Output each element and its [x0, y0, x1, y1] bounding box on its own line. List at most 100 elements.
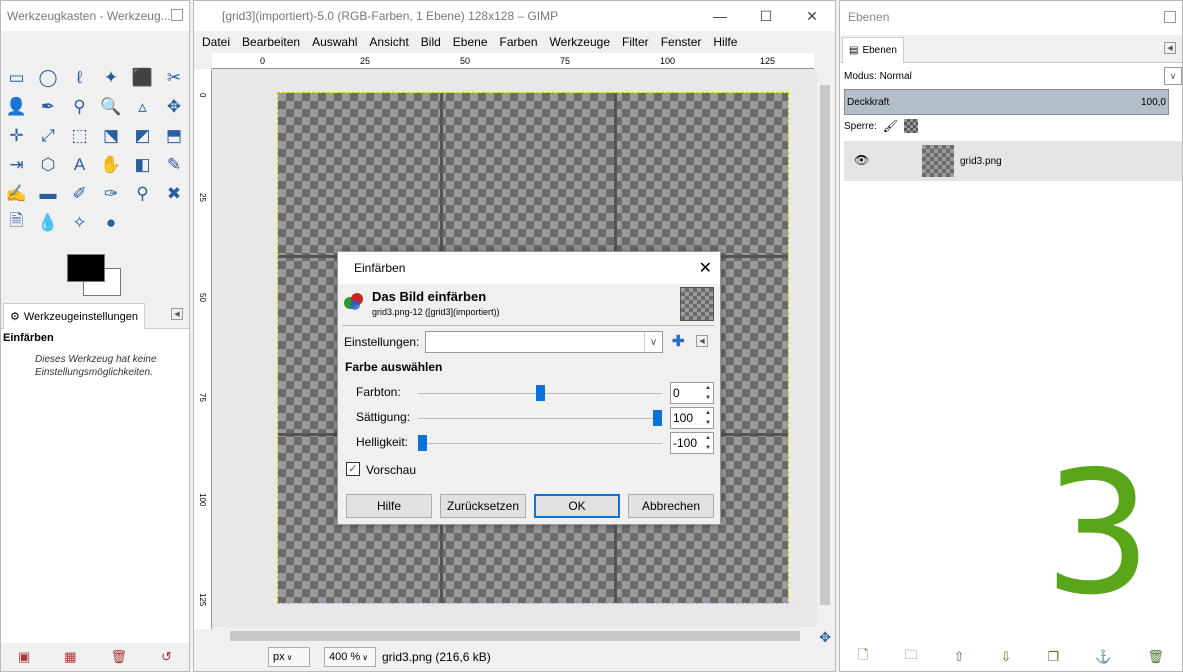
opacity-slider[interactable]: Deckkraft 100,0: [844, 89, 1169, 115]
lock-pixels-icon[interactable]: 🖌: [883, 119, 898, 133]
tool-icon[interactable]: ✋: [96, 150, 127, 179]
spin-input[interactable]: 100 ▲ ▼: [670, 407, 714, 429]
tool-icon[interactable]: ✑: [96, 179, 127, 208]
tool-icon[interactable]: ●: [96, 208, 127, 237]
horizontal-ruler[interactable]: 0 25 50 75 100 125: [212, 53, 814, 69]
lock-alpha-icon[interactable]: [904, 119, 919, 133]
panel-menu-icon[interactable]: ◀: [171, 308, 183, 320]
raise-layer-icon[interactable]: ⇧: [954, 649, 965, 665]
tool-icon[interactable]: ⬔: [96, 121, 127, 150]
menu-item[interactable]: Hilfe: [713, 33, 743, 53]
eye-icon[interactable]: 👁: [854, 153, 869, 167]
tool-icon[interactable]: ✖: [159, 179, 190, 208]
spin-arrows-icon[interactable]: ▲ ▼: [703, 383, 713, 403]
slider-handle[interactable]: [418, 435, 427, 451]
lower-layer-icon[interactable]: ⇩: [1001, 649, 1012, 665]
menu-item[interactable]: Ansicht: [369, 33, 414, 53]
tool-icon[interactable]: ✥: [159, 92, 190, 121]
horizontal-scrollbar[interactable]: [212, 629, 814, 643]
settings-combo[interactable]: ∨: [425, 331, 663, 353]
spin-input[interactable]: -100 ▲ ▼: [670, 432, 714, 454]
tool-icon[interactable]: ✛: [1, 121, 32, 150]
scroll-thumb[interactable]: [230, 631, 800, 641]
tab-tool-options[interactable]: ⚙ Werkzeugeinstellungen: [3, 303, 146, 329]
tool-icon[interactable]: ✧: [64, 208, 95, 237]
tool-icon[interactable]: ✂: [159, 63, 190, 92]
close-icon[interactable]: ✕: [789, 1, 835, 31]
tool-icon[interactable]: ⤢: [33, 121, 64, 150]
tool-icon[interactable]: ⚲: [64, 92, 95, 121]
tool-icon[interactable]: ▵: [127, 92, 158, 121]
reset-options-icon[interactable]: ↺: [161, 649, 172, 665]
chevron-down-icon[interactable]: ∨: [644, 332, 662, 352]
minimize-icon[interactable]: —: [697, 1, 743, 31]
tool-icon[interactable]: ✍: [1, 179, 32, 208]
slider-track[interactable]: [418, 418, 662, 419]
menu-item[interactable]: Fenster: [661, 33, 708, 53]
layer-item[interactable]: 👁 grid3.png: [844, 141, 1182, 181]
tool-icon[interactable]: ℓ: [64, 63, 95, 92]
spin-arrows-icon[interactable]: ▲ ▼: [703, 408, 713, 428]
maximize-icon[interactable]: ☐: [743, 1, 789, 31]
tool-icon[interactable]: 💧: [33, 208, 64, 237]
slider-track[interactable]: [418, 443, 662, 444]
tool-icon[interactable]: ⬚: [64, 121, 95, 150]
menu-item[interactable]: Bild: [421, 33, 447, 53]
mode-select[interactable]: Modus: Normal ∨: [844, 65, 1182, 87]
foreground-color[interactable]: [67, 254, 105, 282]
slider-handle[interactable]: [535, 385, 545, 401]
tool-icon[interactable]: ⇥: [1, 150, 32, 179]
cancel-button[interactable]: Abbrechen: [628, 494, 714, 518]
tool-icon[interactable]: ◧: [127, 150, 158, 179]
tool-icon[interactable]: ◩: [127, 121, 158, 150]
ok-button[interactable]: OK: [534, 494, 620, 518]
preset-menu-icon[interactable]: ◀: [696, 335, 708, 347]
save-options-icon[interactable]: ▣: [18, 649, 30, 665]
color-swatches[interactable]: [65, 254, 125, 300]
tool-icon[interactable]: ⬛: [127, 63, 158, 92]
tool-icon[interactable]: ⬡: [33, 150, 64, 179]
tool-icon[interactable]: ✒: [33, 92, 64, 121]
spin-input[interactable]: 0 ▲ ▼: [670, 382, 714, 404]
tool-icon[interactable]: 🔍: [96, 92, 127, 121]
delete-options-icon[interactable]: 🗑: [111, 649, 128, 665]
maximize-icon[interactable]: [1164, 11, 1176, 23]
new-layer-icon[interactable]: 🗋: [858, 646, 868, 668]
menu-item[interactable]: Auswahl: [312, 33, 363, 53]
anchor-layer-icon[interactable]: ⚓: [1095, 649, 1111, 665]
tool-icon[interactable]: ✦: [96, 63, 127, 92]
tool-icon[interactable]: ✎: [159, 150, 190, 179]
menu-item[interactable]: Bearbeiten: [242, 33, 306, 53]
spin-arrows-icon[interactable]: ▲ ▼: [703, 433, 713, 453]
tool-icon[interactable]: ▭: [1, 63, 32, 92]
maximize-icon[interactable]: [171, 9, 183, 21]
menu-item[interactable]: Werkzeuge: [550, 33, 616, 53]
tool-icon[interactable]: A: [64, 150, 95, 179]
zoom-select[interactable]: 400 % ∨: [324, 647, 376, 667]
help-button[interactable]: Hilfe: [346, 494, 432, 518]
tab-layers[interactable]: ▤ Ebenen: [842, 37, 904, 63]
reset-button[interactable]: Zurücksetzen: [440, 494, 526, 518]
menu-item[interactable]: Filter: [622, 33, 655, 53]
duplicate-layer-icon[interactable]: ❐: [1047, 649, 1059, 665]
tool-icon[interactable]: 👤: [1, 92, 32, 121]
preview-checkbox[interactable]: ✓: [346, 462, 360, 476]
close-icon[interactable]: ✕: [699, 258, 712, 278]
tool-icon[interactable]: ⬒: [159, 121, 190, 150]
chevron-down-icon[interactable]: ∨: [1164, 67, 1182, 85]
menu-item[interactable]: Farben: [500, 33, 544, 53]
tool-icon[interactable]: ◯: [33, 63, 64, 92]
slider-handle[interactable]: [653, 410, 662, 426]
menu-item[interactable]: Datei: [202, 33, 236, 53]
delete-layer-icon[interactable]: 🗑: [1147, 649, 1164, 665]
layer-group-icon[interactable]: 🗀: [905, 646, 918, 668]
tool-icon[interactable]: ▬: [33, 179, 64, 208]
restore-options-icon[interactable]: ▦: [64, 649, 76, 665]
menu-item[interactable]: Ebene: [453, 33, 494, 53]
tool-icon[interactable]: 🗎: [1, 208, 32, 237]
unit-select[interactable]: px ∨: [268, 647, 310, 667]
panel-menu-icon[interactable]: ◀: [1164, 42, 1176, 54]
tool-icon[interactable]: ✐: [64, 179, 95, 208]
scroll-thumb[interactable]: [820, 85, 830, 605]
add-preset-icon[interactable]: ✚: [672, 332, 685, 350]
